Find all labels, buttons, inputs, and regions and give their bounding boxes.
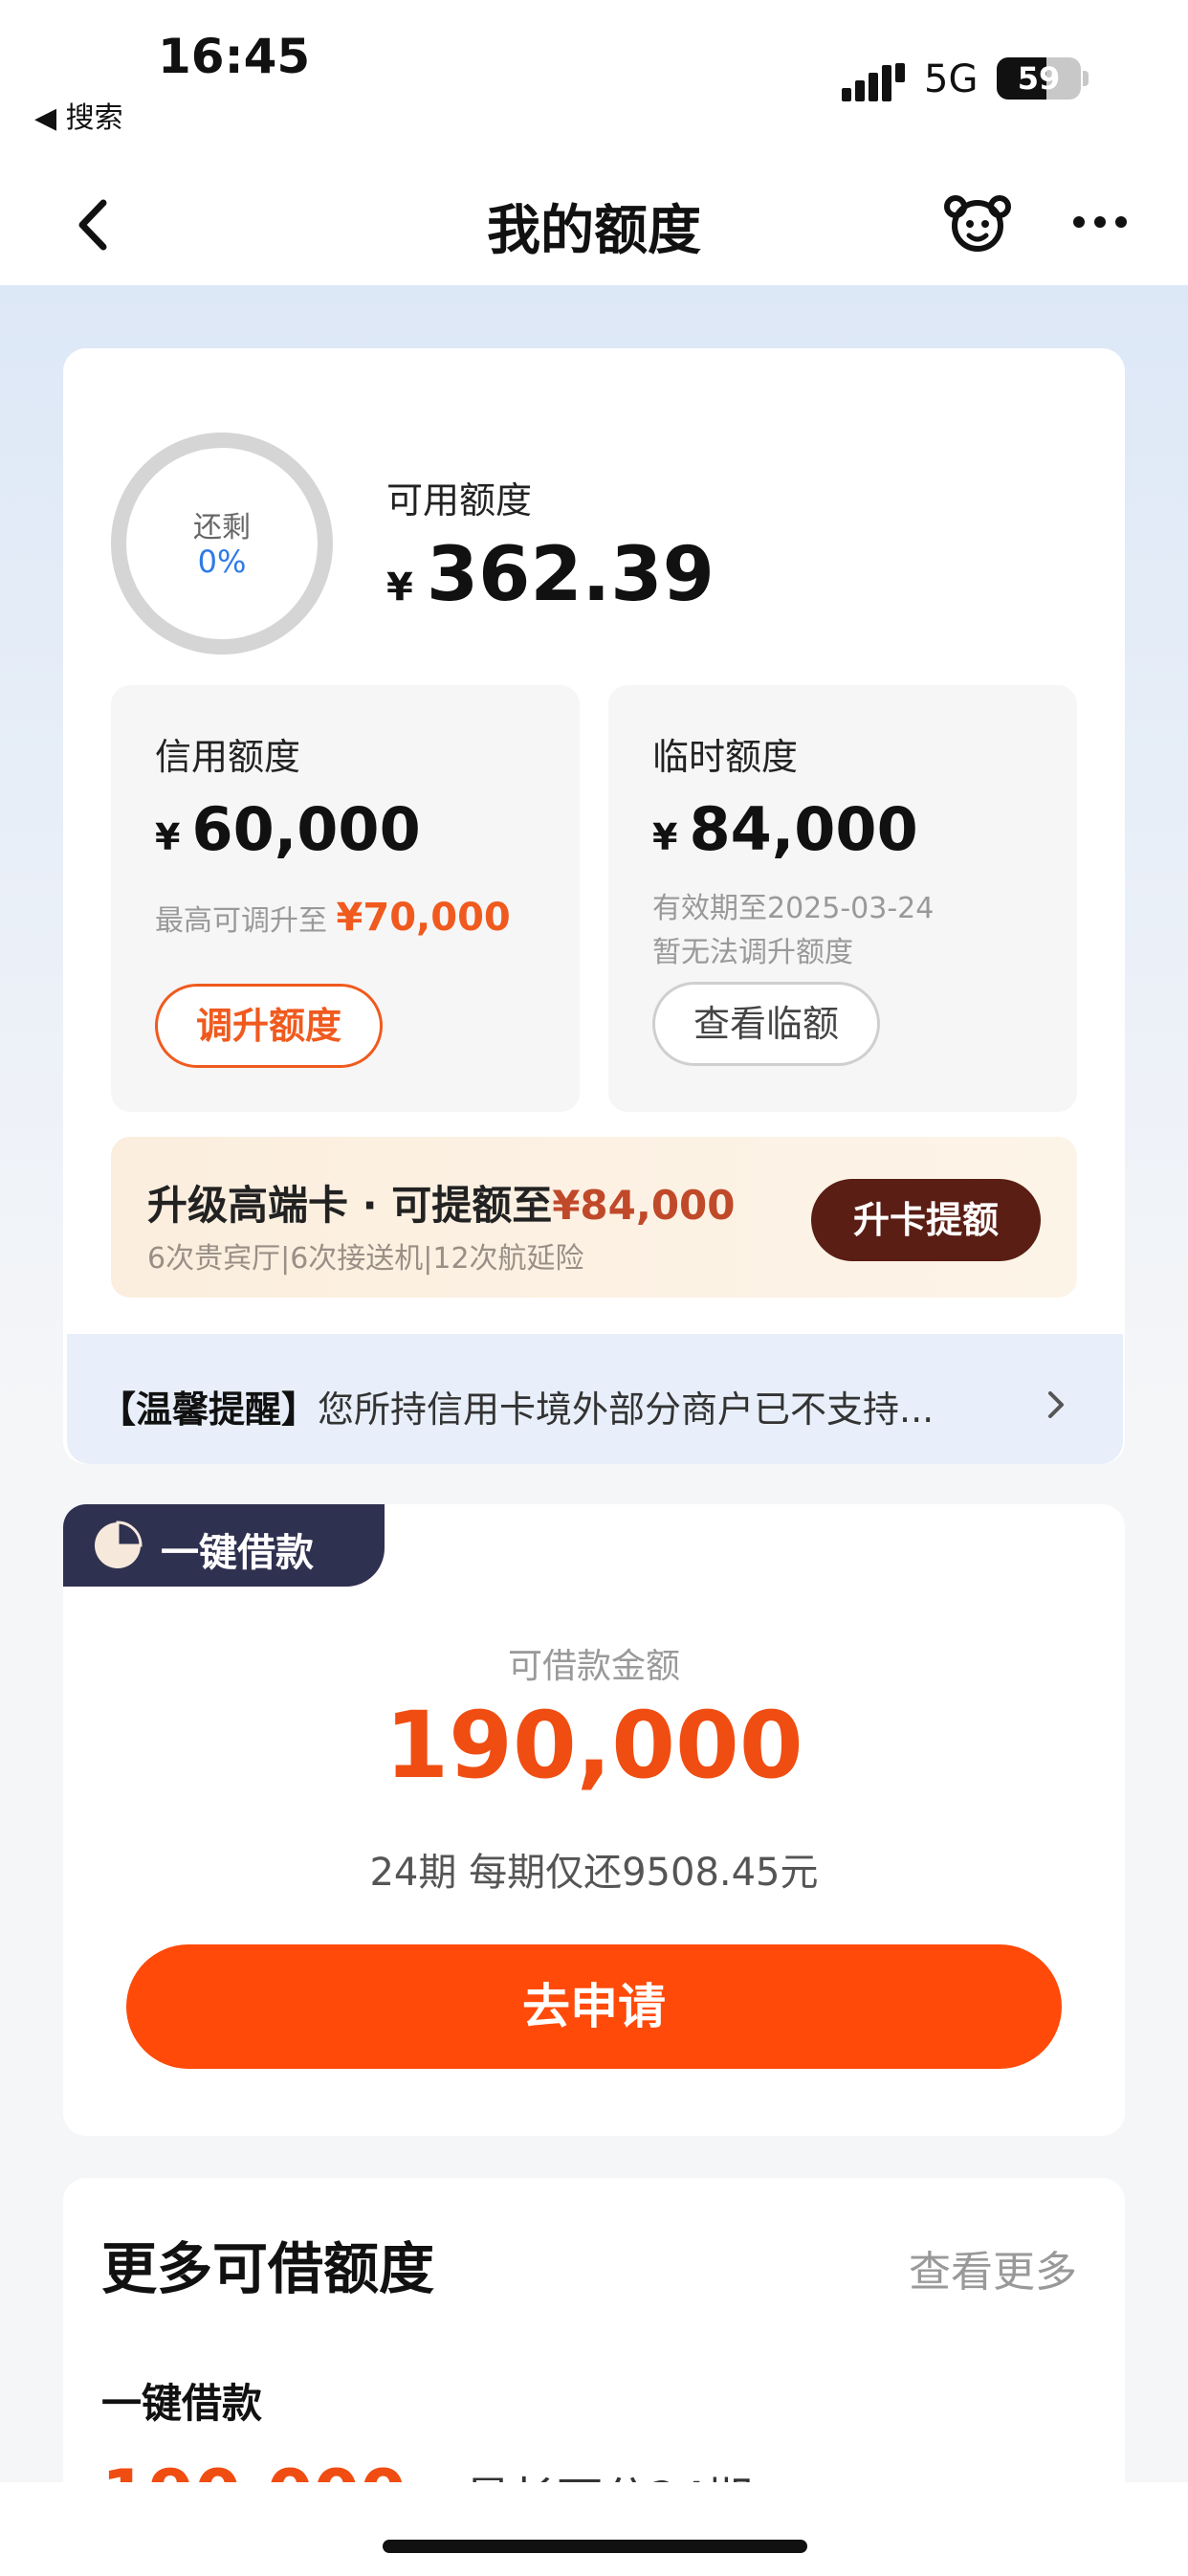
pie-chart-icon [95, 1521, 143, 1568]
battery-icon: 59 [997, 57, 1081, 100]
view-temporary-button[interactable]: 查看临额 [652, 982, 880, 1066]
temporary-valid-until: 有效期至2025-03-24 [652, 892, 935, 925]
battery-cap [1083, 71, 1089, 86]
customer-service-icon[interactable] [942, 193, 1013, 255]
more-item-title: 一键借款 [101, 2380, 263, 2427]
currency-symbol: ¥ [386, 566, 413, 610]
battery-level: 59 [1017, 60, 1061, 97]
more-loans-title: 更多可借额度 [101, 2236, 435, 2301]
credit-max-prefix: 最高可调升至 [155, 904, 327, 938]
upgrade-card-button[interactable]: 升卡提额 [811, 1179, 1041, 1261]
temporary-note: 暂无法调升额度 [652, 936, 853, 969]
credit-value: 60,000 [191, 794, 421, 864]
temporary-title: 临时额度 [652, 736, 799, 778]
currency-symbol: ¥ [155, 816, 181, 858]
more-dots-icon[interactable] [1071, 212, 1129, 232]
view-more-link[interactable]: 查看更多 [909, 2237, 1077, 2298]
temporary-amount: ¥84,000 [652, 794, 918, 864]
notice-text: 【温馨提醒】您所持信用卡境外部分商户已不支持... [99, 1380, 1018, 1432]
available-amount: ¥362.39 [386, 532, 715, 618]
apply-button[interactable]: 去申请 [126, 1944, 1062, 2069]
credit-title: 信用额度 [155, 736, 301, 778]
status-time: 16:45 [158, 29, 311, 84]
credit-amount: ¥60,000 [155, 794, 421, 864]
loan-tag-label: 一键借款 [161, 1531, 314, 1575]
credit-max-note: 最高可调升至 ¥70,000 [155, 896, 511, 940]
available-label: 可用额度 [386, 479, 533, 522]
available-value: 362.39 [426, 532, 715, 618]
currency-symbol: ¥ [652, 816, 678, 858]
loan-terms: 24期 每期仅还9508.45元 [369, 1851, 819, 1895]
signal-icon [842, 63, 905, 101]
chevron-right-icon[interactable] [1043, 1388, 1069, 1422]
temporary-value: 84,000 [689, 794, 918, 864]
notice-tag: 【温馨提醒】 [99, 1388, 319, 1431]
upgrade-title-amount: ¥84,000 [552, 1182, 736, 1229]
loan-amount: 190,000 [385, 1692, 803, 1799]
home-indicator[interactable] [383, 2540, 807, 2553]
upgrade-title: 升级高端卡 · 可提额至¥84,000 [147, 1173, 736, 1232]
back-to-search-link[interactable]: ◀ 搜索 [34, 94, 123, 136]
ring-label: 还剩 [193, 511, 251, 544]
credit-max-amount: ¥70,000 [336, 896, 511, 940]
loan-amount-label: 可借款金额 [507, 1647, 680, 1686]
upgrade-benefits: 6次贵宾厅|6次接送机|12次航延险 [147, 1242, 584, 1276]
ring-percent: 0% [197, 544, 247, 580]
network-type: 5G [924, 57, 979, 101]
upgrade-title-prefix: 升级高端卡 · 可提额至 [147, 1182, 553, 1229]
notice-message: 您所持信用卡境外部分商户已不支持... [318, 1388, 935, 1431]
bottom-bar [0, 2482, 1188, 2576]
raise-limit-button[interactable]: 调升额度 [155, 984, 383, 1068]
